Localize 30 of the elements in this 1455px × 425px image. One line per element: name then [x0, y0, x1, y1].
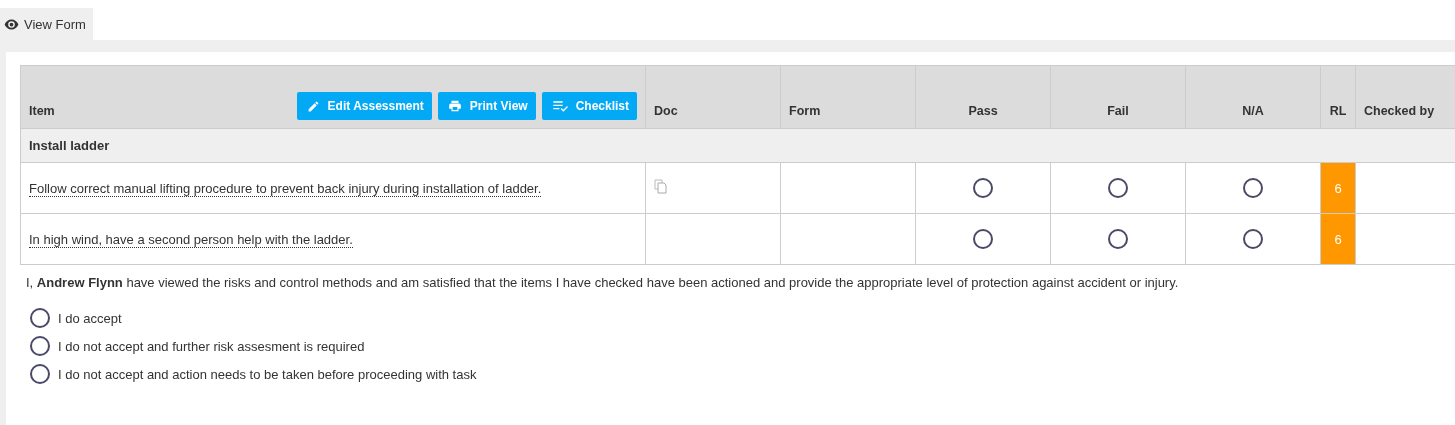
radio-button[interactable] — [30, 364, 50, 384]
option-label[interactable]: I do accept — [58, 310, 122, 326]
radio-button[interactable] — [1243, 229, 1263, 249]
eye-icon — [4, 18, 19, 30]
column-header: Checked by — [1364, 104, 1435, 118]
column-header: Item — [29, 104, 55, 118]
radio-button[interactable] — [1243, 178, 1263, 198]
printer-icon — [447, 99, 462, 113]
radio-button[interactable] — [30, 336, 50, 356]
option-label[interactable]: I do not accept and further risk assesment is required — [58, 338, 365, 354]
declaration-text: I, Andrew Flynn have viewed the risks and control methods and am satisfied that the items I have checked have been actioned and provide the appropriate level of protection against accident or injury. — [26, 275, 1180, 290]
radio-button[interactable] — [1108, 178, 1128, 198]
item-text[interactable]: In high wind, have a second person help with the ladder. — [29, 231, 353, 248]
checklist-icon — [551, 100, 568, 112]
view-form-tab[interactable]: View Form — [0, 8, 93, 40]
radio-button[interactable] — [973, 229, 993, 249]
column-header: N/A — [1242, 104, 1264, 118]
column-header: Doc — [654, 104, 678, 118]
risk-level-cell: 6 — [1320, 162, 1356, 214]
radio-button[interactable] — [973, 178, 993, 198]
column-header: Fail — [1107, 104, 1129, 118]
group-title: Install ladder — [29, 138, 110, 153]
risk-level-cell: 6 — [1320, 213, 1356, 265]
option-label[interactable]: I do not accept and action needs to be taken before proceeding with task — [58, 366, 477, 382]
column-header: RL — [1329, 104, 1347, 118]
column-header: Form — [789, 104, 821, 118]
pencil-icon — [306, 99, 320, 113]
radio-button[interactable] — [30, 308, 50, 328]
column-header: Pass — [968, 104, 998, 118]
radio-button[interactable] — [1108, 229, 1128, 249]
